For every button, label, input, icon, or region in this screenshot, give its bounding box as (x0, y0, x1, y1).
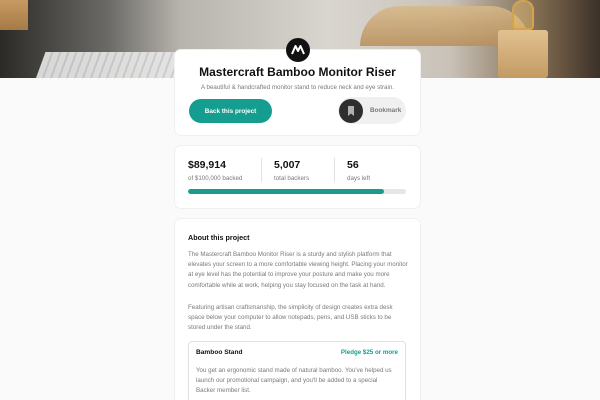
pledge-card-bamboo-stand[interactable]: Bamboo Stand Pledge $25 or more You get … (188, 341, 406, 400)
stat-divider (334, 158, 335, 182)
funding-progress-fill (188, 189, 384, 194)
backers-label: total backers (274, 175, 310, 182)
stat-days: 56 days left (347, 159, 370, 182)
stat-divider (261, 158, 262, 182)
backed-amount: $89,914 (188, 159, 226, 171)
days-label: days left (347, 175, 371, 182)
stat-backed: $89,914 of $100,000 backed (188, 159, 242, 182)
pledge-description: You get an ergonomic stand made of natur… (196, 367, 392, 395)
pledge-amount: Pledge $25 or more (340, 349, 398, 356)
funding-progress-bar (188, 189, 406, 194)
about-heading: About this project (188, 233, 250, 242)
stat-backers: 5,007 total backers (274, 159, 309, 182)
days-count: 56 (347, 159, 359, 171)
bookmark-button[interactable]: Bookmark (338, 97, 406, 124)
backers-count: 5,007 (274, 159, 301, 171)
pledge-name: Bamboo Stand (196, 349, 243, 356)
project-header-card: Mastercraft Bamboo Monitor Riser A beaut… (175, 50, 420, 135)
bookmark-label: Bookmark (370, 107, 402, 114)
stats-card: $89,914 of $100,000 backed 5,007 total b… (175, 146, 420, 208)
about-paragraph: Featuring artisan craftsmanship, the sim… (188, 304, 393, 332)
bookmark-icon (339, 98, 363, 123)
backed-label: of $100,000 backed (188, 175, 243, 182)
project-title: Mastercraft Bamboo Monitor Riser (199, 65, 396, 79)
project-subtitle: A beautiful & handcrafted monitor stand … (201, 84, 394, 91)
about-paragraph: The Mastercraft Bamboo Monitor Riser is … (188, 251, 408, 289)
about-card: About this project The Mastercraft Bambo… (175, 219, 420, 400)
mastercraft-logo-icon (286, 38, 310, 62)
back-project-button[interactable]: Back this project (189, 99, 272, 123)
